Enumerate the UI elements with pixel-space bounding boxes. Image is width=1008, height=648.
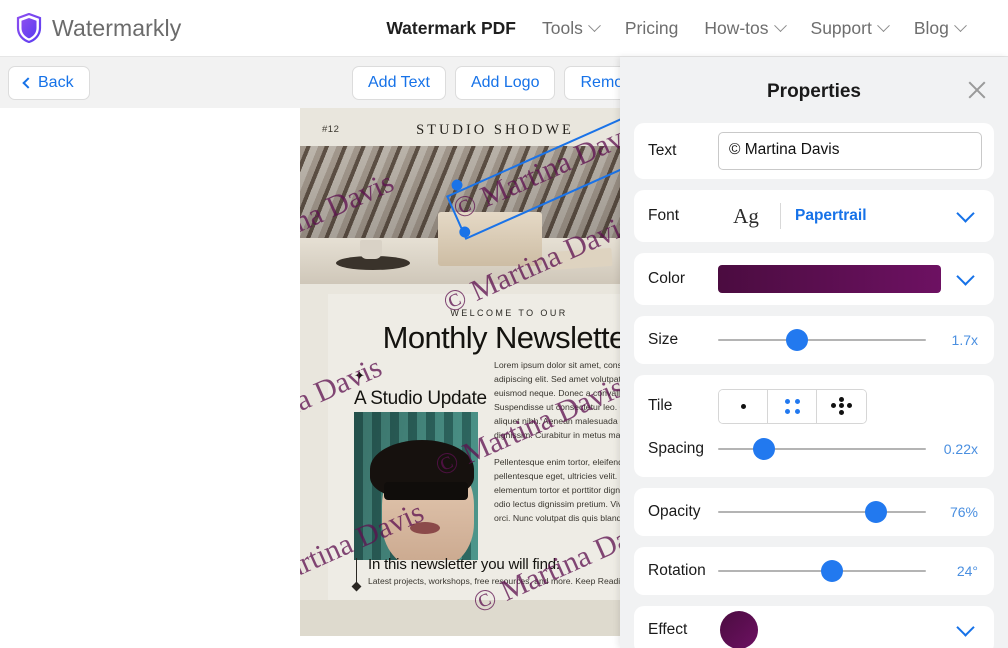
chevron-down-icon	[587, 18, 601, 32]
add-text-button[interactable]: Add Text	[352, 65, 446, 100]
property-row-text: Text	[634, 123, 994, 179]
divider	[780, 203, 781, 229]
tile-section: Tile	[634, 381, 994, 431]
nav-label: Support	[810, 17, 872, 38]
shield-icon	[16, 13, 42, 43]
opacity-value: 76%	[949, 504, 978, 520]
single-dot-icon	[740, 403, 746, 409]
panel-title: Properties	[767, 81, 861, 102]
rotation-label: Rotation	[648, 562, 706, 579]
property-row-font[interactable]: Font Ag Papertrail	[634, 190, 994, 242]
property-row-tile-spacing: Tile Spacing 0.22x	[634, 375, 994, 477]
property-row-size: Size 1.7x	[634, 316, 994, 364]
tile-option-five-dots-diamond[interactable]	[817, 389, 866, 423]
nav-item-support[interactable]: Support	[810, 17, 890, 39]
nav-label: Pricing	[624, 17, 679, 38]
thumb-glasses	[384, 482, 468, 500]
nav-item-watermark-pdf[interactable]: Watermark PDF	[386, 18, 516, 39]
effect-preview-swatch[interactable]	[720, 611, 758, 648]
tile-label: Tile	[648, 397, 673, 414]
nav-label: How-tos	[704, 17, 769, 38]
opacity-slider-track[interactable]	[718, 501, 926, 523]
back-button[interactable]: Back	[8, 65, 90, 100]
brand[interactable]: Watermarkly	[16, 13, 181, 43]
back-label: Back	[38, 73, 74, 91]
four-dots-grid-icon	[784, 398, 800, 414]
chevron-down-icon	[773, 18, 787, 32]
chevron-down-icon[interactable]	[956, 617, 975, 637]
opacity-label: Opacity	[648, 503, 701, 520]
nav-item-blog[interactable]: Blog	[913, 17, 967, 39]
article-thumbnail	[354, 412, 478, 560]
chevron-left-icon	[22, 76, 34, 89]
main-nav: Watermark PDF Tools Pricing How-tos Supp…	[386, 18, 991, 39]
properties-panel: Properties Text Font Ag Papertrail Color…	[620, 57, 1008, 648]
rotation-slider-knob[interactable]	[821, 560, 844, 582]
nav-item-tools[interactable]: Tools	[541, 17, 601, 39]
color-label: Color	[648, 270, 686, 287]
color-swatch[interactable]	[718, 265, 941, 293]
site-header: Watermarkly Watermark PDF Tools Pricing …	[0, 0, 1008, 57]
font-value[interactable]: Papertrail	[795, 207, 959, 225]
tile-mode-group	[718, 388, 867, 424]
font-label: Font	[648, 207, 680, 224]
chevron-down-icon	[953, 18, 967, 32]
font-preview-glyph: Ag	[733, 203, 759, 228]
five-dots-diamond-icon	[830, 397, 853, 415]
chevron-down-icon[interactable]	[956, 266, 975, 286]
nav-item-pricing[interactable]: Pricing	[625, 18, 679, 39]
rotation-value: 24°	[956, 563, 978, 579]
tile-option-four-dots-grid[interactable]	[768, 389, 817, 423]
nav-label: Blog	[913, 17, 949, 38]
footer-marker-icon	[351, 581, 362, 592]
tile-option-single-dot[interactable]	[719, 389, 768, 423]
footer-title: In this newsletter you will find:	[368, 556, 560, 573]
property-row-effect[interactable]: Effect	[634, 606, 994, 648]
property-row-rotation: Rotation 24°	[634, 547, 994, 595]
nav-item-how-tos[interactable]: How-tos	[704, 17, 787, 39]
spacing-value: 0.22x	[943, 441, 978, 457]
effect-label: Effect	[648, 621, 688, 638]
size-slider-track[interactable]	[718, 329, 926, 351]
rotation-slider-track[interactable]	[718, 560, 926, 582]
nav-label: Tools	[541, 17, 583, 38]
spacing-slider-track[interactable]	[718, 438, 926, 460]
property-row-color[interactable]: Color	[634, 253, 994, 305]
chevron-down-icon[interactable]	[956, 203, 975, 223]
size-label: Size	[648, 331, 679, 348]
brand-name: Watermarkly	[52, 14, 182, 41]
size-value: 1.7x	[951, 332, 978, 348]
spacing-section: Spacing 0.22x	[634, 425, 994, 473]
photo-laptop	[438, 212, 542, 266]
spacing-label: Spacing	[648, 440, 705, 457]
chevron-down-icon	[876, 18, 890, 32]
add-logo-button[interactable]: Add Logo	[454, 65, 556, 100]
watermark-text-input[interactable]	[718, 132, 982, 170]
footer-subtitle: Latest projects, workshops, free resourc…	[368, 576, 633, 586]
nav-label: Watermark PDF	[386, 17, 516, 38]
close-icon[interactable]	[966, 79, 988, 101]
app-root: Watermarkly Watermark PDF Tools Pricing …	[0, 0, 1008, 648]
text-label: Text	[648, 142, 677, 159]
opacity-slider-knob[interactable]	[865, 501, 888, 523]
property-row-opacity: Opacity 76%	[634, 488, 994, 536]
thumb-lips	[410, 522, 440, 534]
spacing-slider-knob[interactable]	[752, 438, 775, 460]
toolbar-actions: Add Text Add Logo Remove	[352, 65, 657, 100]
panel-header: Properties	[620, 57, 1008, 123]
photo-cup	[360, 240, 382, 259]
size-slider-knob[interactable]	[786, 329, 809, 351]
